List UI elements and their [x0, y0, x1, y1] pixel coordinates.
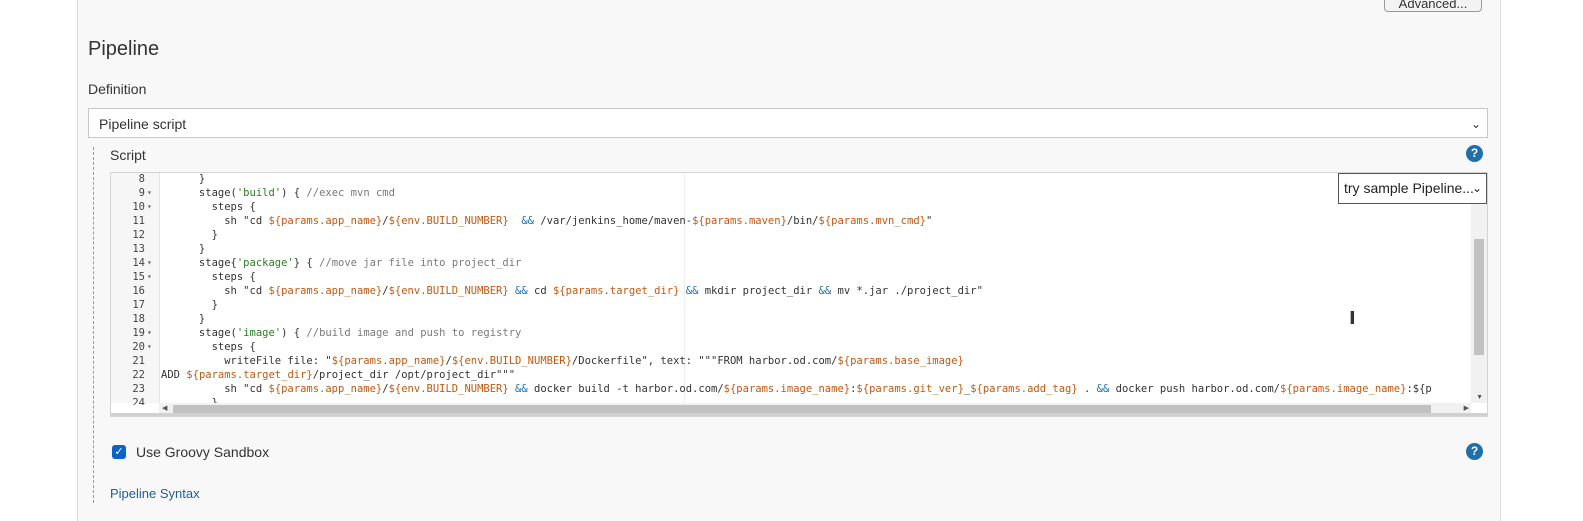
line-number: 22 [132, 369, 145, 381]
code-line[interactable]: 11 sh "cd ${params.app_name}/${env.BUILD… [111, 214, 1471, 228]
try-sample-pipeline-select[interactable]: try sample Pipeline... ⌄ [1338, 173, 1487, 204]
line-number: 23 [132, 383, 145, 395]
code-text: steps { [161, 201, 256, 213]
code-line[interactable]: 21 writeFile file: "${params.app_name}/$… [111, 354, 1471, 368]
text-cursor-icon: I [1349, 308, 1356, 329]
editor-resize-bar[interactable] [111, 413, 1487, 416]
code-line[interactable]: 22 ADD ${params.target_dir}/project_dir /… [111, 368, 1471, 382]
line-number: 12 [132, 229, 145, 241]
script-help-icon[interactable]: ? [1466, 145, 1483, 162]
section-title-pipeline: Pipeline [88, 38, 160, 60]
definition-select-value: Pipeline script [99, 116, 187, 132]
pipeline-syntax-link[interactable]: Pipeline Syntax [110, 486, 200, 501]
code-line[interactable]: 8 } [111, 173, 1471, 186]
line-number: 21 [132, 355, 145, 367]
definition-select[interactable]: Pipeline script ⌄ [88, 108, 1488, 138]
sandbox-help-icon[interactable]: ? [1466, 443, 1483, 460]
fold-arrow-icon[interactable]: ▾ [147, 256, 152, 270]
line-number: 15 [132, 271, 145, 283]
code-text: steps { [161, 271, 256, 283]
nested-section-border [93, 147, 94, 503]
vertical-scrollbar[interactable]: ▼ [1471, 173, 1487, 403]
fold-arrow-icon[interactable]: ▾ [147, 200, 152, 214]
check-icon: ✓ [114, 446, 124, 458]
sample-select-value: try sample Pipeline... [1344, 180, 1474, 196]
code-text: stage{'package'} { //move jar file into … [161, 257, 522, 269]
line-number: 20 [132, 341, 145, 353]
script-label: Script [110, 147, 146, 163]
line-number: 13 [132, 243, 145, 255]
line-number: 10 [132, 201, 145, 213]
code-line[interactable]: 9 ▾ stage('build') { //exec mvn cmd [111, 186, 1471, 200]
code-text: } [161, 229, 218, 241]
code-area[interactable]: 8 } 9 ▾ stage('build') { //exec mvn cmd 10 ▾… [111, 173, 1471, 405]
code-text: sh "cd ${params.app_name}/${env.BUILD_NU… [161, 215, 933, 227]
scroll-down-arrow-icon[interactable]: ▼ [1476, 394, 1483, 401]
code-line[interactable]: 10 ▾ steps { [111, 200, 1471, 214]
code-text: sh "cd ${params.app_name}/${env.BUILD_NU… [161, 285, 983, 297]
fold-arrow-icon[interactable]: ▾ [147, 270, 152, 284]
code-text: } [161, 313, 206, 325]
code-text: sh "cd ${params.app_name}/${env.BUILD_NU… [161, 383, 1432, 395]
code-line[interactable]: 18 } [111, 312, 1471, 326]
code-line[interactable]: 19 ▾ stage('image') { //build image and p… [111, 326, 1471, 340]
code-line[interactable]: 13 } [111, 242, 1471, 256]
groovy-sandbox-checkbox[interactable]: ✓ [112, 445, 126, 459]
code-text: stage('image') { //build image and push … [161, 327, 522, 339]
code-text: ADD ${params.target_dir}/project_dir /op… [161, 369, 516, 381]
line-number: 16 [132, 285, 145, 297]
code-line[interactable]: 17 } [111, 298, 1471, 312]
code-text: } [161, 243, 206, 255]
code-line[interactable]: 15 ▾ steps { [111, 270, 1471, 284]
definition-label: Definition [88, 81, 147, 97]
line-number: 11 [132, 215, 145, 227]
code-line[interactable]: 16 sh "cd ${params.app_name}/${env.BUILD… [111, 284, 1471, 298]
line-number: 17 [132, 299, 145, 311]
fold-arrow-icon[interactable]: ▾ [147, 186, 152, 200]
code-line[interactable]: 14 ▾ stage{'package'} { //move jar file i… [111, 256, 1471, 270]
chevron-down-icon: ⌄ [1471, 181, 1482, 195]
line-number: 14 [132, 257, 145, 269]
groovy-sandbox-label[interactable]: Use Groovy Sandbox [136, 444, 269, 460]
vertical-scroll-thumb[interactable] [1474, 239, 1484, 355]
fold-arrow-icon[interactable]: ▾ [147, 326, 152, 340]
chevron-down-icon: ⌄ [1470, 117, 1481, 131]
fold-arrow-icon[interactable]: ▾ [147, 340, 152, 354]
code-text: stage('build') { //exec mvn cmd [161, 187, 395, 199]
line-number: 24 [132, 397, 145, 405]
code-text: writeFile file: "${params.app_name}/${en… [161, 355, 964, 367]
code-line[interactable]: 20 ▾ steps { [111, 340, 1471, 354]
code-line[interactable]: 23 sh "cd ${params.app_name}/${env.BUILD… [111, 382, 1471, 396]
line-number: 18 [132, 313, 145, 325]
line-number: 19 [132, 327, 145, 339]
code-text: steps { [161, 341, 256, 353]
code-text: } [161, 173, 206, 185]
line-number: 8 [138, 173, 145, 185]
code-line[interactable]: 12 } [111, 228, 1471, 242]
code-text: } [161, 299, 218, 311]
script-editor[interactable]: 8 } 9 ▾ stage('build') { //exec mvn cmd 10 ▾… [110, 172, 1488, 417]
horizontal-scroll-thumb[interactable] [173, 405, 1431, 413]
advanced-button[interactable]: Advanced... [1384, 0, 1482, 12]
line-number: 9 [138, 187, 145, 199]
